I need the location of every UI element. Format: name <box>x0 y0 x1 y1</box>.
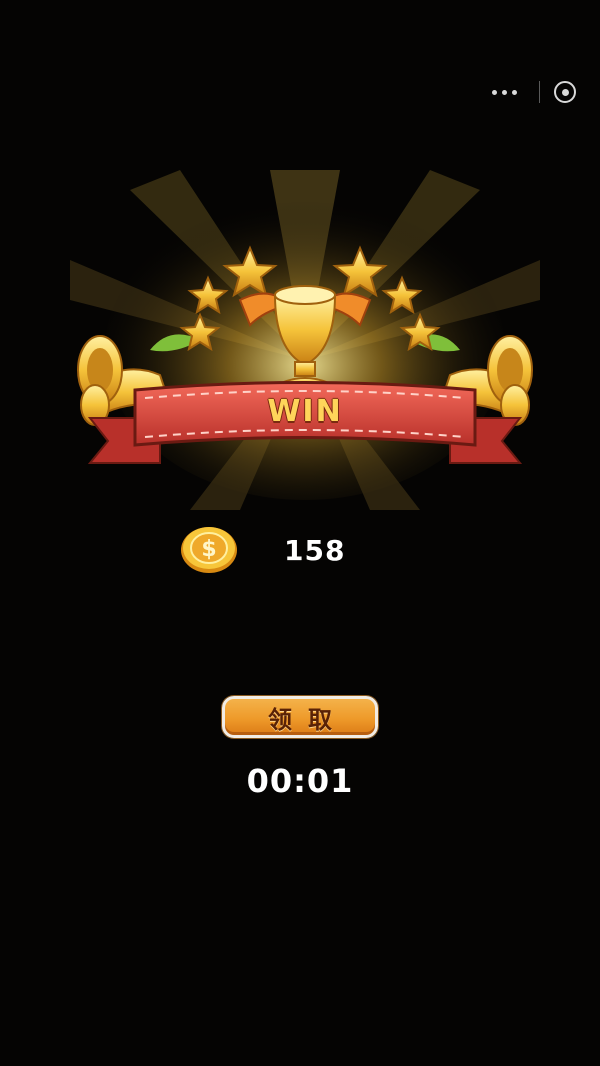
claim-button[interactable]: 领取 <box>222 696 378 738</box>
win-badge-artwork <box>70 170 540 510</box>
reward-amount: 158 <box>284 533 346 567</box>
close-circle-icon[interactable] <box>554 81 576 103</box>
countdown-timer: 00:01 <box>246 762 354 800</box>
win-title: WIN <box>267 394 343 429</box>
claim-button-label: 领取 <box>268 705 348 734</box>
more-dots-icon[interactable] <box>484 89 525 95</box>
mini-program-capsule <box>484 72 578 112</box>
win-badge: WIN <box>70 170 540 510</box>
capsule-divider <box>539 81 540 103</box>
svg-text:$: $ <box>201 537 216 562</box>
dollar-coin-icon: $ <box>181 527 237 573</box>
reward-row: $ 158 <box>180 526 345 574</box>
